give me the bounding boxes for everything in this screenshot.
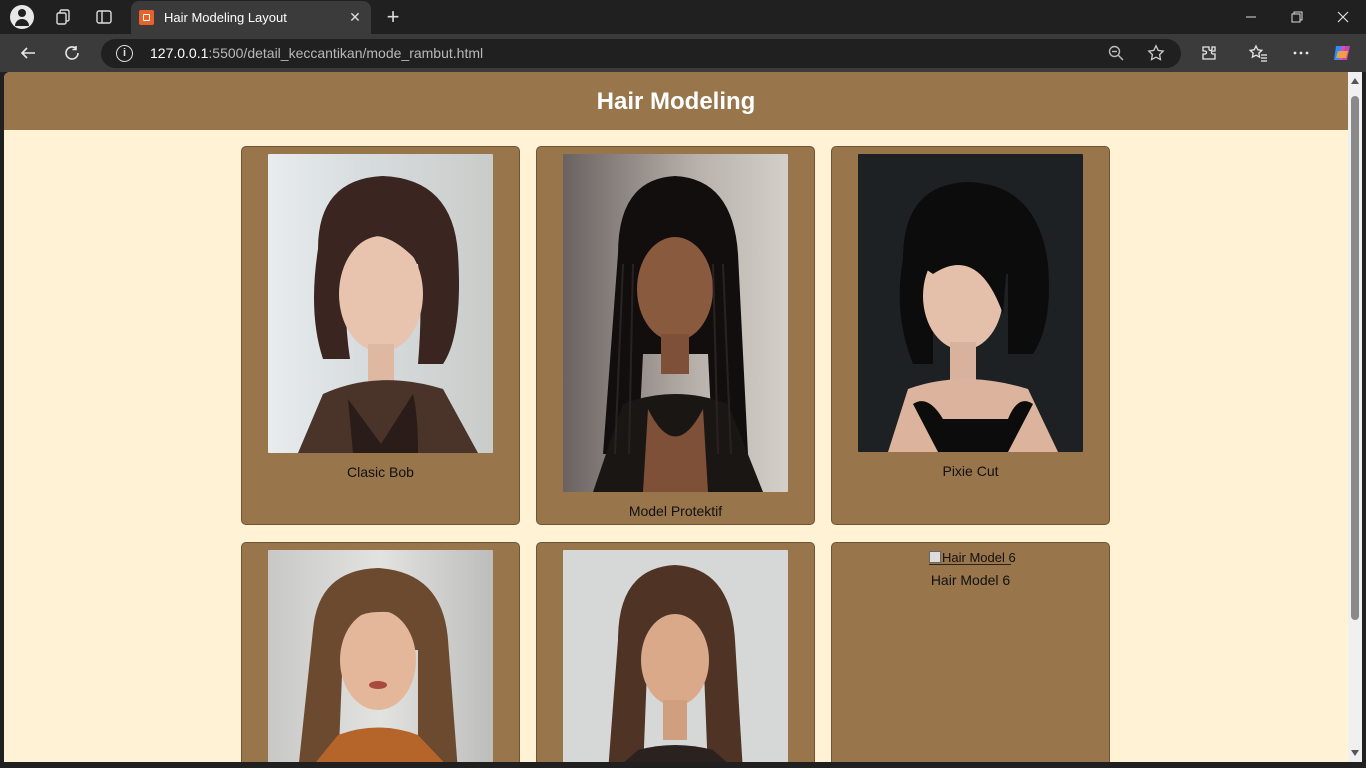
navigation-bar: i 127.0.0.1:5500/detail_keccantikan/mode… <box>0 34 1366 72</box>
hair-caption-2: Model Protektif <box>628 503 723 519</box>
hair-caption-1: Clasic Bob <box>347 464 414 480</box>
url-path: :5500/detail_keccantikan/mode_rambut.htm… <box>208 45 484 61</box>
copilot-icon[interactable] <box>1331 42 1353 64</box>
scroll-up-arrow-icon[interactable] <box>1351 78 1359 84</box>
tab-actions-icon[interactable] <box>93 6 115 28</box>
hair-card-6[interactable]: Hair Model 6 Hair Model 6 <box>831 542 1110 762</box>
url-text[interactable]: 127.0.0.1:5500/detail_keccantikan/mode_r… <box>150 45 483 61</box>
hair-photo-5 <box>563 550 788 762</box>
hair-photo-1 <box>268 154 493 453</box>
tab-title: Hair Modeling Layout <box>164 10 287 25</box>
xampp-favicon-icon <box>139 10 154 25</box>
zoom-out-icon[interactable] <box>1107 44 1125 67</box>
page-viewport: Hair Modeling Clasic Bob Model Protektif… <box>4 72 1348 762</box>
hair-card-2[interactable]: Model Protektif <box>536 146 815 525</box>
scroll-down-arrow-icon[interactable] <box>1351 750 1359 756</box>
url-host: 127.0.0.1 <box>150 45 209 61</box>
hair-photo-4 <box>268 550 493 762</box>
hair-caption-3: Pixie Cut <box>942 463 999 479</box>
address-bar[interactable]: i 127.0.0.1:5500/detail_keccantikan/mode… <box>101 39 1181 68</box>
extensions-icon[interactable] <box>1198 42 1220 64</box>
more-icon[interactable] <box>1290 42 1312 64</box>
hair-caption-6: Hair Model 6 <box>930 572 1011 588</box>
broken-image-icon: Hair Model 6 <box>929 550 1016 565</box>
back-icon[interactable] <box>17 42 39 64</box>
workspaces-icon[interactable] <box>52 6 74 28</box>
hair-card-5[interactable] <box>536 542 815 762</box>
reload-icon[interactable] <box>61 42 83 64</box>
favorites-icon[interactable] <box>1247 42 1269 64</box>
hair-photo-2 <box>563 154 788 492</box>
vertical-scrollbar[interactable] <box>1348 72 1362 762</box>
restore-icon[interactable] <box>1274 0 1320 34</box>
scroll-thumb[interactable] <box>1351 96 1359 620</box>
hair-card-1[interactable]: Clasic Bob <box>241 146 520 525</box>
hair-card-4[interactable] <box>241 542 520 762</box>
profile-icon[interactable] <box>10 5 34 29</box>
page-header: Hair Modeling <box>4 72 1348 130</box>
minimize-icon[interactable] <box>1228 0 1274 34</box>
star-icon[interactable] <box>1147 44 1165 67</box>
page-title: Hair Modeling <box>596 88 756 115</box>
hair-card-3[interactable]: Pixie Cut <box>831 146 1110 525</box>
browser-title-bar: Hair Modeling Layout ✕ + <box>0 0 1366 34</box>
hair-photo-3 <box>858 154 1083 452</box>
plus-icon[interactable]: + <box>382 6 404 28</box>
close-icon[interactable]: ✕ <box>345 7 365 27</box>
info-icon[interactable]: i <box>116 45 133 62</box>
active-tab[interactable]: Hair Modeling Layout ✕ <box>131 1 371 34</box>
close-window-icon[interactable] <box>1320 0 1366 34</box>
